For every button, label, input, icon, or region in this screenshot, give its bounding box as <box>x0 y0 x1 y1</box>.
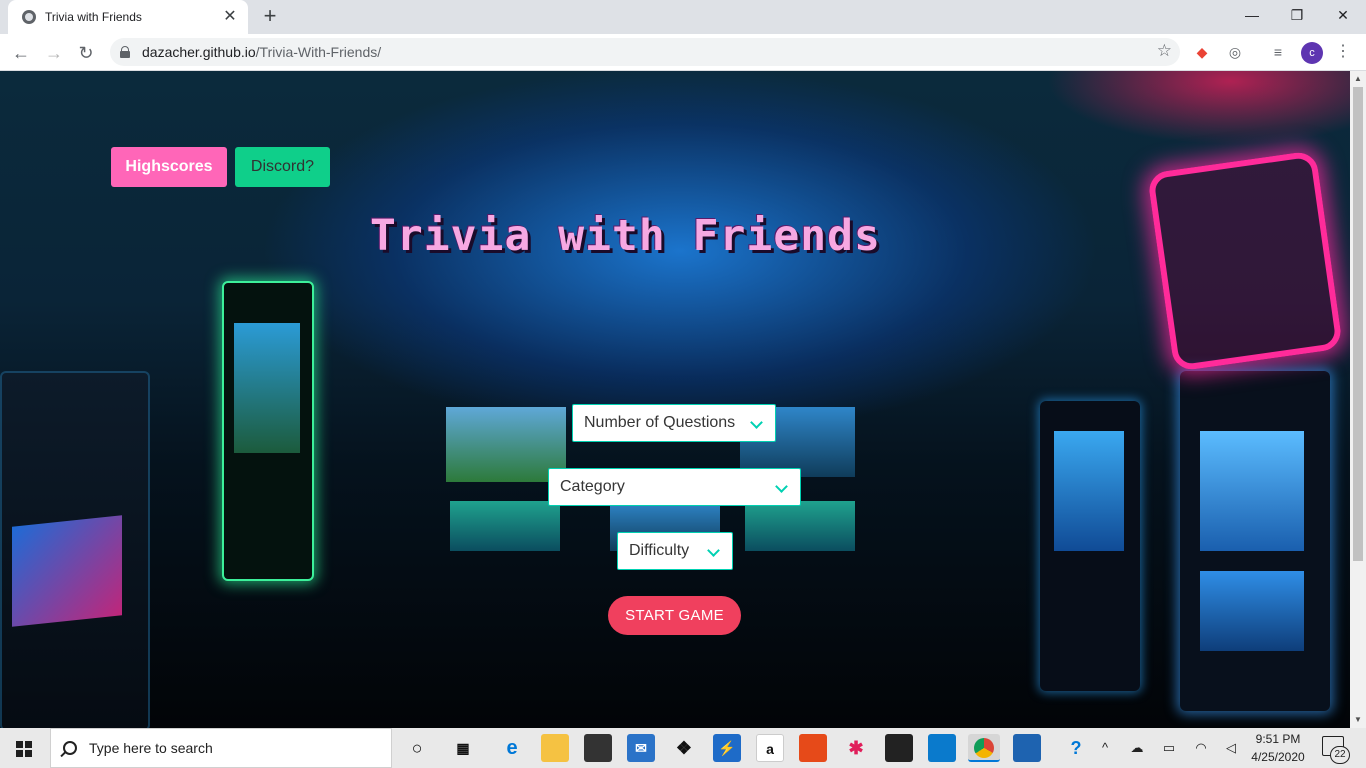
tab-title: Trivia with Friends <box>45 10 142 24</box>
tab-strip: Trivia with Friends ✕ + — ❐ ✕ <box>0 0 1366 34</box>
category-select[interactable]: Category <box>548 468 801 506</box>
tab-close-icon[interactable]: ✕ <box>222 9 238 25</box>
search-placeholder: Type here to search <box>89 740 213 756</box>
back-button[interactable]: ← <box>8 40 34 66</box>
extension-icon[interactable]: ◎ <box>1225 42 1245 62</box>
background-screen <box>745 501 855 551</box>
difficulty-select[interactable]: Difficulty <box>617 532 733 570</box>
file-explorer-icon[interactable] <box>541 734 569 762</box>
taskbar-clock[interactable]: 9:51 PM 4/25/2020 <box>1246 730 1310 766</box>
task-view-icon[interactable]: ▦ <box>449 734 477 762</box>
chevron-down-icon <box>750 416 763 429</box>
lock-icon[interactable] <box>120 46 130 58</box>
windows-start-button[interactable] <box>0 728 48 768</box>
background-screen <box>234 323 300 453</box>
background-arcade-machine <box>0 371 150 728</box>
clock-date: 4/25/2020 <box>1251 750 1305 764</box>
number-of-questions-select[interactable]: Number of Questions <box>572 404 776 442</box>
clock-time: 9:51 PM <box>1255 732 1301 746</box>
powershell-icon[interactable]: ⚡ <box>713 734 741 762</box>
scroll-thumb[interactable] <box>1353 87 1363 561</box>
battery-icon[interactable]: ▭ <box>1158 728 1180 768</box>
profile-avatar[interactable]: c <box>1301 42 1323 64</box>
select-value: Category <box>560 478 625 495</box>
taskbar-search[interactable]: Type here to search <box>50 728 392 768</box>
url-host: dazacher.github.io <box>142 44 256 60</box>
background-screen <box>450 501 560 551</box>
page-viewport: Highscores Discord? Trivia with Friends … <box>0 71 1350 728</box>
close-window-button[interactable]: ✕ <box>1320 0 1366 30</box>
media-controls-icon[interactable]: ≡ <box>1268 42 1288 62</box>
windows-taskbar: Type here to search ○ ▦ e ✉ ❖ ⚡ a ✱ ? ^ … <box>0 728 1366 768</box>
extension-icon[interactable]: ◆ <box>1192 42 1212 62</box>
background-arcade-machine <box>1040 401 1140 691</box>
office-icon[interactable] <box>799 734 827 762</box>
chevron-down-icon <box>707 544 720 557</box>
neon-sign <box>1146 150 1344 372</box>
scroll-up-arrow[interactable]: ▲ <box>1350 71 1366 87</box>
wifi-icon[interactable]: ◠ <box>1190 728 1212 768</box>
chrome-menu-icon[interactable]: ⋮ <box>1333 40 1353 64</box>
onedrive-icon[interactable]: ☁ <box>1126 728 1148 768</box>
edge-icon[interactable]: e <box>498 734 526 762</box>
globe-icon <box>22 10 36 24</box>
store-icon[interactable] <box>584 734 612 762</box>
browser-toolbar: ← → ↻ dazacher.github.io/Trivia-With-Fri… <box>0 34 1366 71</box>
page-scrollbar[interactable]: ▲ ▼ <box>1350 71 1366 728</box>
background-arcade-machine <box>1180 371 1330 711</box>
windows-logo-icon <box>25 741 32 748</box>
minimize-button[interactable]: — <box>1229 0 1275 30</box>
new-tab-button[interactable]: + <box>258 4 282 28</box>
windows-logo-icon <box>16 750 23 757</box>
vscode-icon[interactable] <box>928 734 956 762</box>
forward-button[interactable]: → <box>41 40 67 66</box>
background-arcade-machine <box>222 281 314 581</box>
dropbox-icon[interactable]: ❖ <box>670 734 698 762</box>
windows-logo-icon <box>25 750 32 757</box>
search-icon <box>63 741 77 755</box>
highscores-button[interactable]: Highscores <box>111 147 227 187</box>
discord-button[interactable]: Discord? <box>235 147 330 187</box>
background-screen <box>1200 571 1304 651</box>
windows-logo-icon <box>16 741 23 748</box>
chrome-icon[interactable] <box>968 734 1000 762</box>
notification-badge: 22 <box>1330 746 1350 764</box>
mail-icon[interactable]: ✉ <box>627 734 655 762</box>
bookmark-star-icon[interactable]: ☆ <box>1157 41 1172 61</box>
background-screen <box>1200 431 1304 551</box>
background-screen <box>1054 431 1124 551</box>
slack-icon[interactable]: ✱ <box>842 734 870 762</box>
tray-chevron-up-icon[interactable]: ^ <box>1096 728 1114 768</box>
url-path: /Trivia-With-Friends/ <box>255 44 382 60</box>
tab-active[interactable]: Trivia with Friends ✕ <box>8 0 248 34</box>
reload-button[interactable]: ↻ <box>73 40 99 66</box>
start-game-button[interactable]: START GAME <box>608 596 741 635</box>
cortana-icon[interactable]: ○ <box>403 734 431 762</box>
chevron-down-icon <box>775 480 788 493</box>
help-icon[interactable]: ? <box>1062 734 1090 762</box>
scroll-down-arrow[interactable]: ▼ <box>1350 712 1366 728</box>
address-bar[interactable]: dazacher.github.io/Trivia-With-Friends/ … <box>110 38 1180 66</box>
restore-button[interactable]: ❐ <box>1274 0 1320 30</box>
photos-icon[interactable] <box>1013 734 1041 762</box>
page-title: Trivia with Friends <box>370 211 881 261</box>
select-value: Number of Questions <box>584 414 736 431</box>
background-screen <box>12 515 122 627</box>
volume-icon[interactable]: ◁ <box>1220 728 1242 768</box>
terminal-icon[interactable] <box>885 734 913 762</box>
amazon-icon[interactable]: a <box>756 734 784 762</box>
select-value: Difficulty <box>629 542 690 559</box>
